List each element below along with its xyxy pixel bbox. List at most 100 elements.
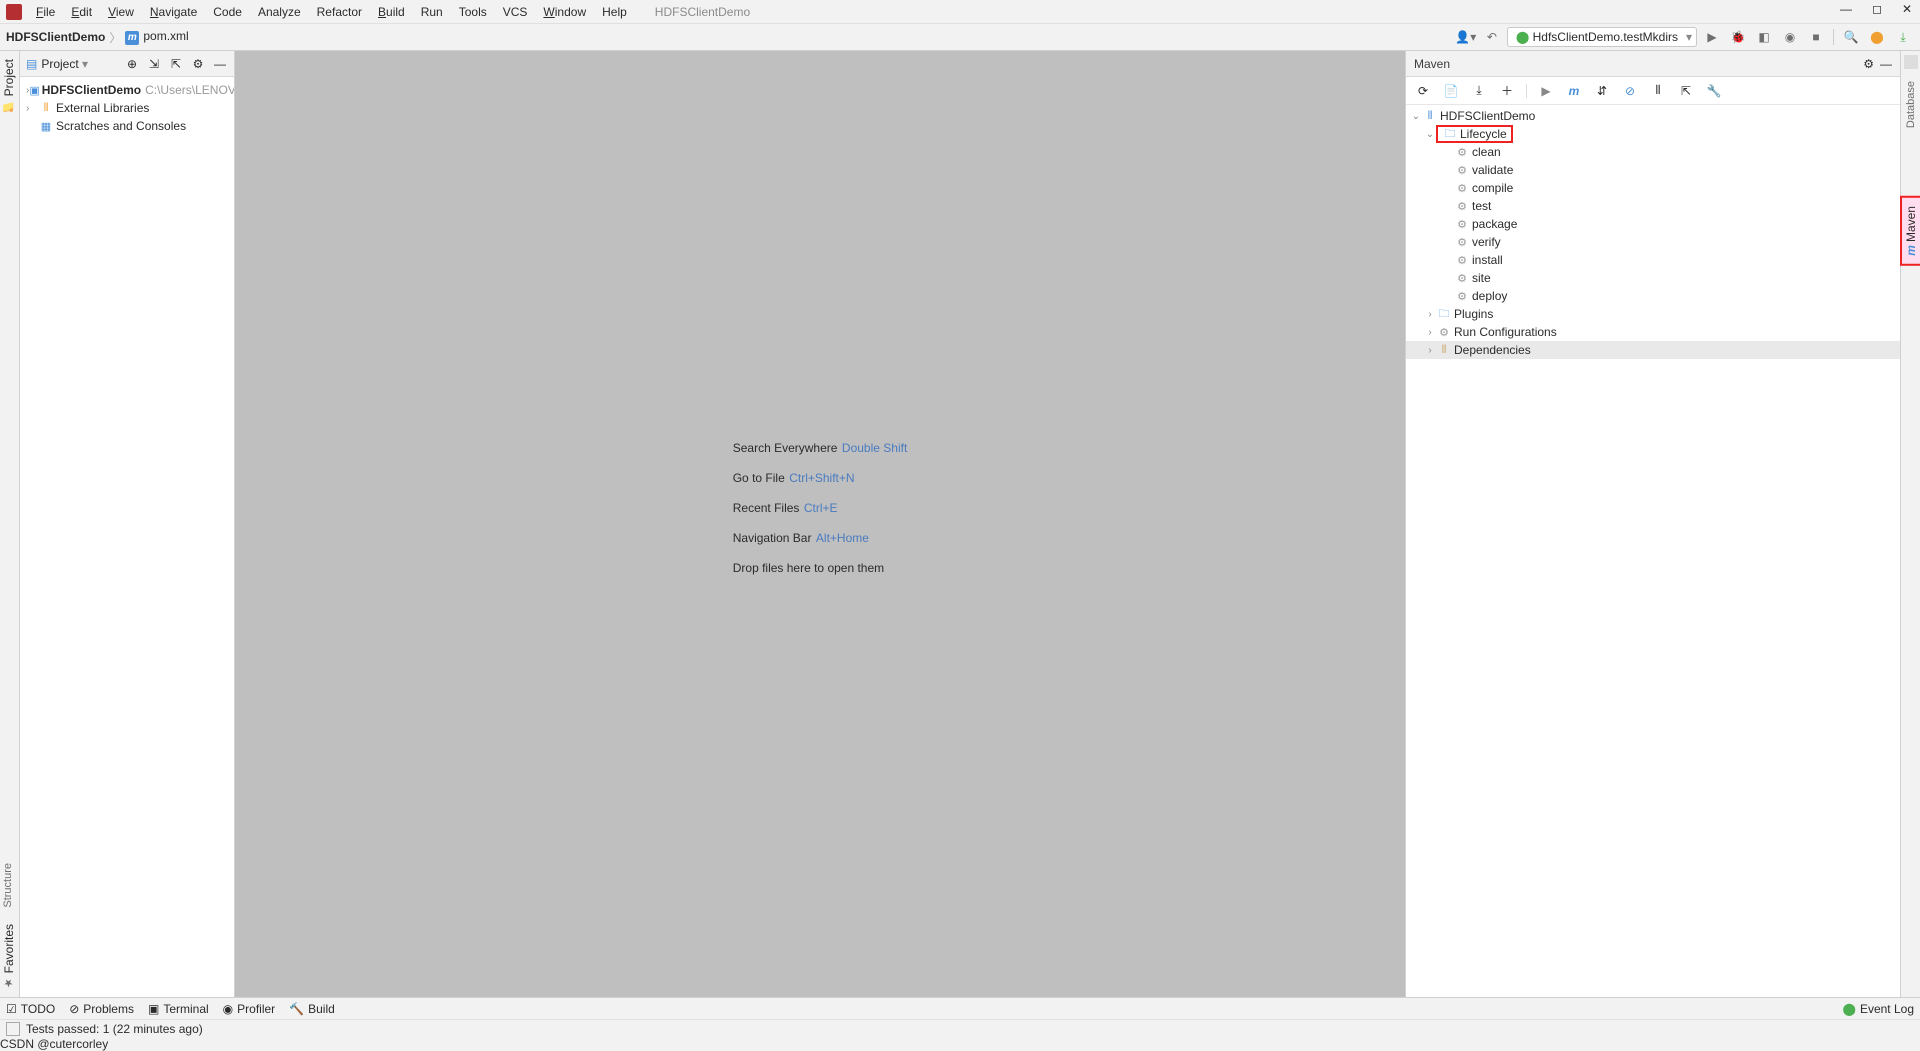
breadcrumb-file[interactable]: mpom.xml [125, 29, 188, 45]
back-icon[interactable]: ↶ [1481, 26, 1503, 48]
maven-tool-window: Maven ⚙ — ⟳ 📄 ⤓ ＋ ▶ m ⇵ ⊘ ⫴ ⇱ 🔧 ⌄ ⫴ HDFS… [1405, 51, 1900, 997]
tab-problems[interactable]: ⊘Problems [69, 1002, 134, 1016]
ide-errors-icon[interactable]: ⬤ [1866, 26, 1888, 48]
run-maven-icon[interactable]: ▶ [1537, 84, 1555, 98]
maven-goal-install[interactable]: ⚙install [1406, 251, 1900, 269]
hide-icon[interactable]: — [212, 57, 228, 71]
menu-navigate[interactable]: Navigate [142, 3, 205, 21]
menu-run[interactable]: Run [413, 3, 451, 21]
maven-lifecycle-node[interactable]: ⌄ 🗀 Lifecycle [1406, 125, 1900, 143]
tab-build[interactable]: 🔨Build [289, 1002, 335, 1016]
menu-vcs[interactable]: VCS [495, 3, 536, 21]
expand-all-icon[interactable]: ⇲ [146, 57, 162, 71]
show-deps-icon[interactable]: ⫴ [1649, 83, 1667, 98]
search-icon[interactable]: 🔍 [1840, 26, 1862, 48]
right-gutter-square[interactable] [1904, 55, 1918, 69]
gear-icon: ⚙ [1454, 254, 1470, 267]
library-icon: ⫴ [38, 102, 54, 115]
menu-code[interactable]: Code [205, 3, 250, 21]
tree-project-root[interactable]: › ▣ HDFSClientDemo C:\Users\LENOVO [20, 81, 234, 99]
project-header: ▤ Project ⊕ ⇲ ⇱ ⚙ — [20, 51, 234, 77]
gear-icon: ⚙ [1454, 200, 1470, 213]
project-view-selector[interactable]: ▤ Project [26, 57, 88, 71]
toggle-skip-tests-icon[interactable]: ⊘ [1621, 84, 1639, 98]
watermark: CSDN @cutercorley [0, 1037, 1920, 1051]
project-tool-window: ▤ Project ⊕ ⇲ ⇱ ⚙ — › ▣ HDFSClientDemo C… [20, 51, 235, 997]
menu-help[interactable]: Help [594, 3, 635, 21]
tab-event-log[interactable]: Event Log [1860, 1002, 1914, 1016]
tab-todo[interactable]: ☑TODO [6, 1002, 55, 1016]
locate-icon[interactable]: ⊕ [124, 57, 140, 71]
execute-goal-icon[interactable]: m [1565, 84, 1583, 98]
gear-icon[interactable]: ⚙ [1863, 57, 1874, 71]
stop-icon[interactable]: ■ [1805, 26, 1827, 48]
add-config-icon[interactable]: 👤▾ [1455, 26, 1477, 48]
left-gutter: 📁 Project Structure ★ Favorites [0, 51, 20, 997]
close-icon[interactable]: ✕ [1902, 2, 1912, 16]
run-config-selector[interactable]: ⬤ HdfsClientDemo.testMkdirs [1507, 27, 1697, 47]
maven-goal-package[interactable]: ⚙package [1406, 215, 1900, 233]
menu-tools[interactable]: Tools [451, 3, 495, 21]
run-icon[interactable]: ▶ [1701, 26, 1723, 48]
menu-window[interactable]: Window [535, 3, 594, 21]
menu-edit[interactable]: Edit [63, 3, 100, 21]
folder-icon: 🗀 [1442, 125, 1458, 144]
menu-build[interactable]: Build [370, 3, 413, 21]
maven-goal-test[interactable]: ⚙test [1406, 197, 1900, 215]
maven-goal-site[interactable]: ⚙site [1406, 269, 1900, 287]
debug-icon[interactable]: 🐞 [1727, 26, 1749, 48]
collapse-all-icon[interactable]: ⇱ [168, 57, 184, 71]
gear-icon: ⚙ [1454, 218, 1470, 231]
profile-icon[interactable]: ◉ [1779, 26, 1801, 48]
deps-icon: ⫴ [1436, 344, 1452, 357]
tool-windows-toggle[interactable] [6, 1022, 20, 1036]
menu-refactor[interactable]: Refactor [309, 3, 370, 21]
left-tab-structure[interactable]: Structure [0, 855, 19, 916]
menu-analyze[interactable]: Analyze [250, 3, 309, 21]
right-tab-database[interactable]: Database [1903, 73, 1919, 136]
tree-scratches[interactable]: ▦ Scratches and Consoles [20, 117, 234, 135]
maximize-icon[interactable]: ◻ [1872, 2, 1882, 16]
maven-goal-clean[interactable]: ⚙clean [1406, 143, 1900, 161]
tree-external-libs[interactable]: › ⫴ External Libraries [20, 99, 234, 117]
editor-area[interactable]: Search Everywhere Double Shift Go to Fil… [235, 51, 1405, 997]
status-bar: Tests passed: 1 (22 minutes ago) [0, 1019, 1920, 1037]
maven-runconfigs-node[interactable]: › ⚙ Run Configurations [1406, 323, 1900, 341]
download-icon[interactable]: ⤓ [1470, 83, 1488, 98]
empty-editor-hints: Search Everywhere Double Shift Go to Fil… [733, 427, 908, 589]
maven-project-node[interactable]: ⌄ ⫴ HDFSClientDemo [1406, 107, 1900, 125]
maven-goal-compile[interactable]: ⚙compile [1406, 179, 1900, 197]
settings-icon[interactable]: 🔧 [1705, 84, 1723, 98]
project-tree[interactable]: › ▣ HDFSClientDemo C:\Users\LENOVO › ⫴ E… [20, 77, 234, 139]
menubar-project-name: HDFSClientDemo [655, 5, 750, 19]
menu-view[interactable]: View [100, 3, 142, 21]
tab-profiler[interactable]: ◉Profiler [223, 1002, 276, 1016]
maven-deps-node[interactable]: › ⫴ Dependencies [1406, 341, 1900, 359]
folder-icon: 🗀 [1436, 305, 1452, 324]
left-tab-favorites[interactable]: ★ Favorites [0, 916, 19, 997]
status-text: Tests passed: 1 (22 minutes ago) [26, 1022, 203, 1036]
maven-goal-verify[interactable]: ⚙verify [1406, 233, 1900, 251]
navigation-bar: HDFSClientDemo 〉 mpom.xml 👤▾ ↶ ⬤ HdfsCli… [0, 24, 1920, 51]
coverage-icon[interactable]: ◧ [1753, 26, 1775, 48]
right-tab-maven[interactable]: m Maven [1900, 196, 1920, 266]
left-tab-project[interactable]: 📁 Project [0, 51, 19, 121]
hide-icon[interactable]: — [1880, 57, 1892, 71]
tab-terminal[interactable]: ▣Terminal [148, 1002, 209, 1016]
bottom-toolbar: ☑TODO ⊘Problems ▣Terminal ◉Profiler 🔨Bui… [0, 997, 1920, 1019]
breadcrumb-root[interactable]: HDFSClientDemo [6, 30, 105, 44]
maven-tree[interactable]: ⌄ ⫴ HDFSClientDemo ⌄ 🗀 Lifecycle ⚙clean … [1406, 105, 1900, 361]
minimize-icon[interactable]: — [1840, 2, 1852, 16]
generate-sources-icon[interactable]: 📄 [1442, 84, 1460, 98]
gear-icon[interactable]: ⚙ [190, 57, 206, 71]
add-icon[interactable]: ＋ [1498, 82, 1516, 99]
collapse-icon[interactable]: ⇱ [1677, 84, 1695, 98]
toggle-offline-icon[interactable]: ⇵ [1593, 84, 1611, 98]
maven-plugins-node[interactable]: › 🗀 Plugins [1406, 305, 1900, 323]
reload-icon[interactable]: ⟳ [1414, 84, 1432, 98]
update-icon[interactable]: ⤓ [1892, 26, 1914, 48]
gear-icon: ⚙ [1454, 182, 1470, 195]
maven-goal-validate[interactable]: ⚙validate [1406, 161, 1900, 179]
menu-file[interactable]: File [28, 3, 63, 21]
maven-goal-deploy[interactable]: ⚙deploy [1406, 287, 1900, 305]
